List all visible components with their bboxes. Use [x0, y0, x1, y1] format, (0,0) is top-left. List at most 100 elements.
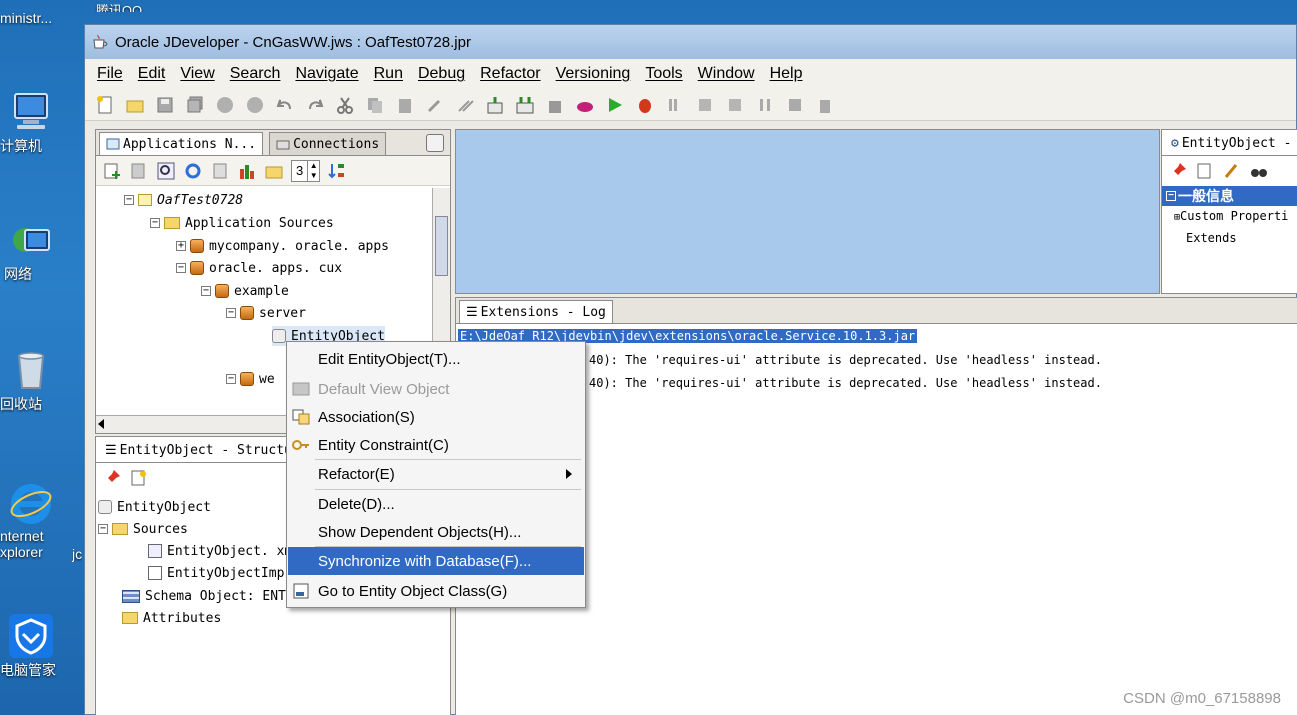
find-icon[interactable] [156, 161, 176, 181]
menu-tools[interactable]: Tools [645, 65, 682, 83]
spinner-arrows[interactable]: ▲ ▼ [307, 160, 319, 181]
undo-icon[interactable] [275, 95, 295, 115]
menu-run[interactable]: Run [374, 65, 403, 83]
menu-item-synchronize-with-database[interactable]: Synchronize with Database(F)... [288, 547, 584, 575]
desktop-icon-qq[interactable]: 腾讯QQ [84, 0, 154, 12]
pin-icon[interactable] [102, 468, 122, 488]
properties-icon[interactable] [210, 161, 230, 181]
menu-item-entity-constraint[interactable]: Entity Constraint(C) [288, 431, 584, 459]
structure-node-sources[interactable]: − Sources [98, 519, 188, 539]
scroll-left-icon[interactable] [98, 419, 104, 429]
tree-node-package[interactable]: − we [226, 369, 275, 389]
step-into-icon[interactable] [695, 95, 715, 115]
collapse-icon[interactable]: − [124, 195, 134, 205]
tree-node-project[interactable]: − OafTest0728 [124, 190, 243, 210]
menu-window[interactable]: Window [698, 65, 755, 83]
debug-icon[interactable] [635, 95, 655, 115]
rebuild-icon[interactable] [515, 95, 535, 115]
pencil-icon[interactable] [1222, 161, 1242, 181]
redo-icon[interactable] [305, 95, 325, 115]
menu-help[interactable]: Help [770, 65, 803, 83]
open-folder-icon[interactable] [125, 95, 145, 115]
menu-refactor[interactable]: Refactor [480, 65, 540, 83]
desktop-icon-recycle-bin[interactable]: 回收站 [0, 348, 62, 414]
tree-node-package[interactable]: − oracle. apps. cux [176, 258, 342, 278]
copy-icon[interactable] [365, 95, 385, 115]
remove-icon[interactable] [129, 161, 149, 181]
wizard-icon[interactable] [425, 95, 445, 115]
sort-icon[interactable] [327, 161, 347, 181]
desktop-icon-ie[interactable]: nternet xplorer [0, 482, 62, 560]
menu-edit[interactable]: Edit [138, 65, 166, 83]
menu-search[interactable]: Search [230, 65, 281, 83]
tree-node-package[interactable]: − server [226, 303, 306, 323]
tab-applications-navigator[interactable]: Applications N... [99, 132, 264, 155]
desktop-icon-computer[interactable]: 计算机 [0, 90, 62, 156]
edit-icon[interactable] [1195, 161, 1215, 181]
collapse-icon[interactable]: − [98, 524, 108, 534]
trash-icon[interactable] [815, 95, 835, 115]
menu-view[interactable]: View [180, 65, 214, 83]
save-icon[interactable] [155, 95, 175, 115]
collapse-icon[interactable]: − [1166, 191, 1176, 201]
cut-icon[interactable] [335, 95, 355, 115]
save-all-icon[interactable] [185, 95, 205, 115]
menu-debug[interactable]: Debug [418, 65, 465, 83]
back-icon[interactable] [215, 95, 235, 115]
tab-connections[interactable]: Connections [269, 132, 387, 155]
add-icon[interactable] [102, 161, 122, 181]
run-icon[interactable] [605, 95, 625, 115]
desktop-icon-admin[interactable]: ministr... [0, 0, 62, 26]
new-file-icon[interactable] [95, 95, 115, 115]
minimize-button[interactable] [426, 134, 444, 152]
pin-icon[interactable] [1168, 161, 1188, 181]
collapse-icon[interactable]: − [226, 374, 236, 384]
menu-item-go-to-entity-object-class[interactable]: Go to Entity Object Class(G) [288, 577, 584, 605]
paste-icon[interactable] [395, 95, 415, 115]
step-icon[interactable] [665, 95, 685, 115]
menu-versioning[interactable]: Versioning [556, 65, 631, 83]
binoculars-icon[interactable] [1249, 161, 1269, 181]
menu-item-refactor[interactable]: Refactor(E) [288, 460, 584, 488]
menu-item-delete[interactable]: Delete(D)... [288, 490, 584, 518]
menu-item-edit-entity-object[interactable]: Edit EntityObject(T)... [288, 345, 584, 373]
wizard-all-icon[interactable] [455, 95, 475, 115]
structure-node-root[interactable]: EntityObject [98, 497, 211, 517]
structure-node-impl[interactable]: EntityObjectImp [148, 563, 284, 583]
property-row[interactable]: ⊞Custom Properti [1174, 206, 1297, 228]
collapse-icon[interactable]: − [150, 218, 160, 228]
title-bar[interactable]: Oracle JDeveloper - CnGasWW.jws : OafTes… [85, 25, 1296, 59]
build-icon[interactable] [485, 95, 505, 115]
menu-item-default-view-object[interactable]: Default View Object [288, 375, 584, 403]
level-spinner[interactable]: 3 ▲ ▼ [291, 159, 321, 182]
structure-node-schema[interactable]: Schema Object: ENTI [122, 586, 294, 606]
edit-icon[interactable] [129, 468, 149, 488]
clean-icon[interactable] [545, 95, 565, 115]
tab-property[interactable]: ⚙ EntityObject - [1165, 132, 1297, 155]
menu-file[interactable]: File [97, 65, 123, 83]
tree-node-package[interactable]: + mycompany. oracle. apps [176, 236, 389, 256]
step-out-icon[interactable] [725, 95, 745, 115]
refresh-icon[interactable] [183, 161, 203, 181]
collapse-icon[interactable]: − [176, 263, 186, 273]
desktop-icon-network[interactable]: 网络 [0, 218, 62, 284]
tab-extensions-log[interactable]: ☰ Extensions - Log [459, 300, 613, 323]
property-section-header[interactable]: − 一般信息 [1162, 186, 1297, 206]
collapse-icon[interactable]: − [226, 308, 236, 318]
structure-node-xml[interactable]: EntityObject. xml [148, 541, 300, 561]
stop-icon[interactable] [785, 95, 805, 115]
structure-node-attributes[interactable]: Attributes [122, 608, 221, 628]
property-row[interactable]: Extends [1174, 228, 1297, 249]
folder-icon[interactable] [264, 161, 284, 181]
expand-icon[interactable]: + [176, 241, 186, 251]
pause-icon[interactable] [755, 95, 775, 115]
desktop-icon-pc-manager[interactable]: 电脑管家 [0, 614, 62, 680]
collapse-icon[interactable]: − [201, 286, 211, 296]
forward-icon[interactable] [245, 95, 265, 115]
tree-node-application-sources[interactable]: − Application Sources [150, 213, 334, 233]
deploy-icon[interactable] [575, 95, 595, 115]
tree-node-package[interactable]: − example [201, 281, 289, 301]
tab-structure[interactable]: ☰ EntityObject - Structu [99, 439, 298, 462]
menu-item-association[interactable]: Association(S) [288, 403, 584, 431]
chart-icon[interactable] [237, 161, 257, 181]
